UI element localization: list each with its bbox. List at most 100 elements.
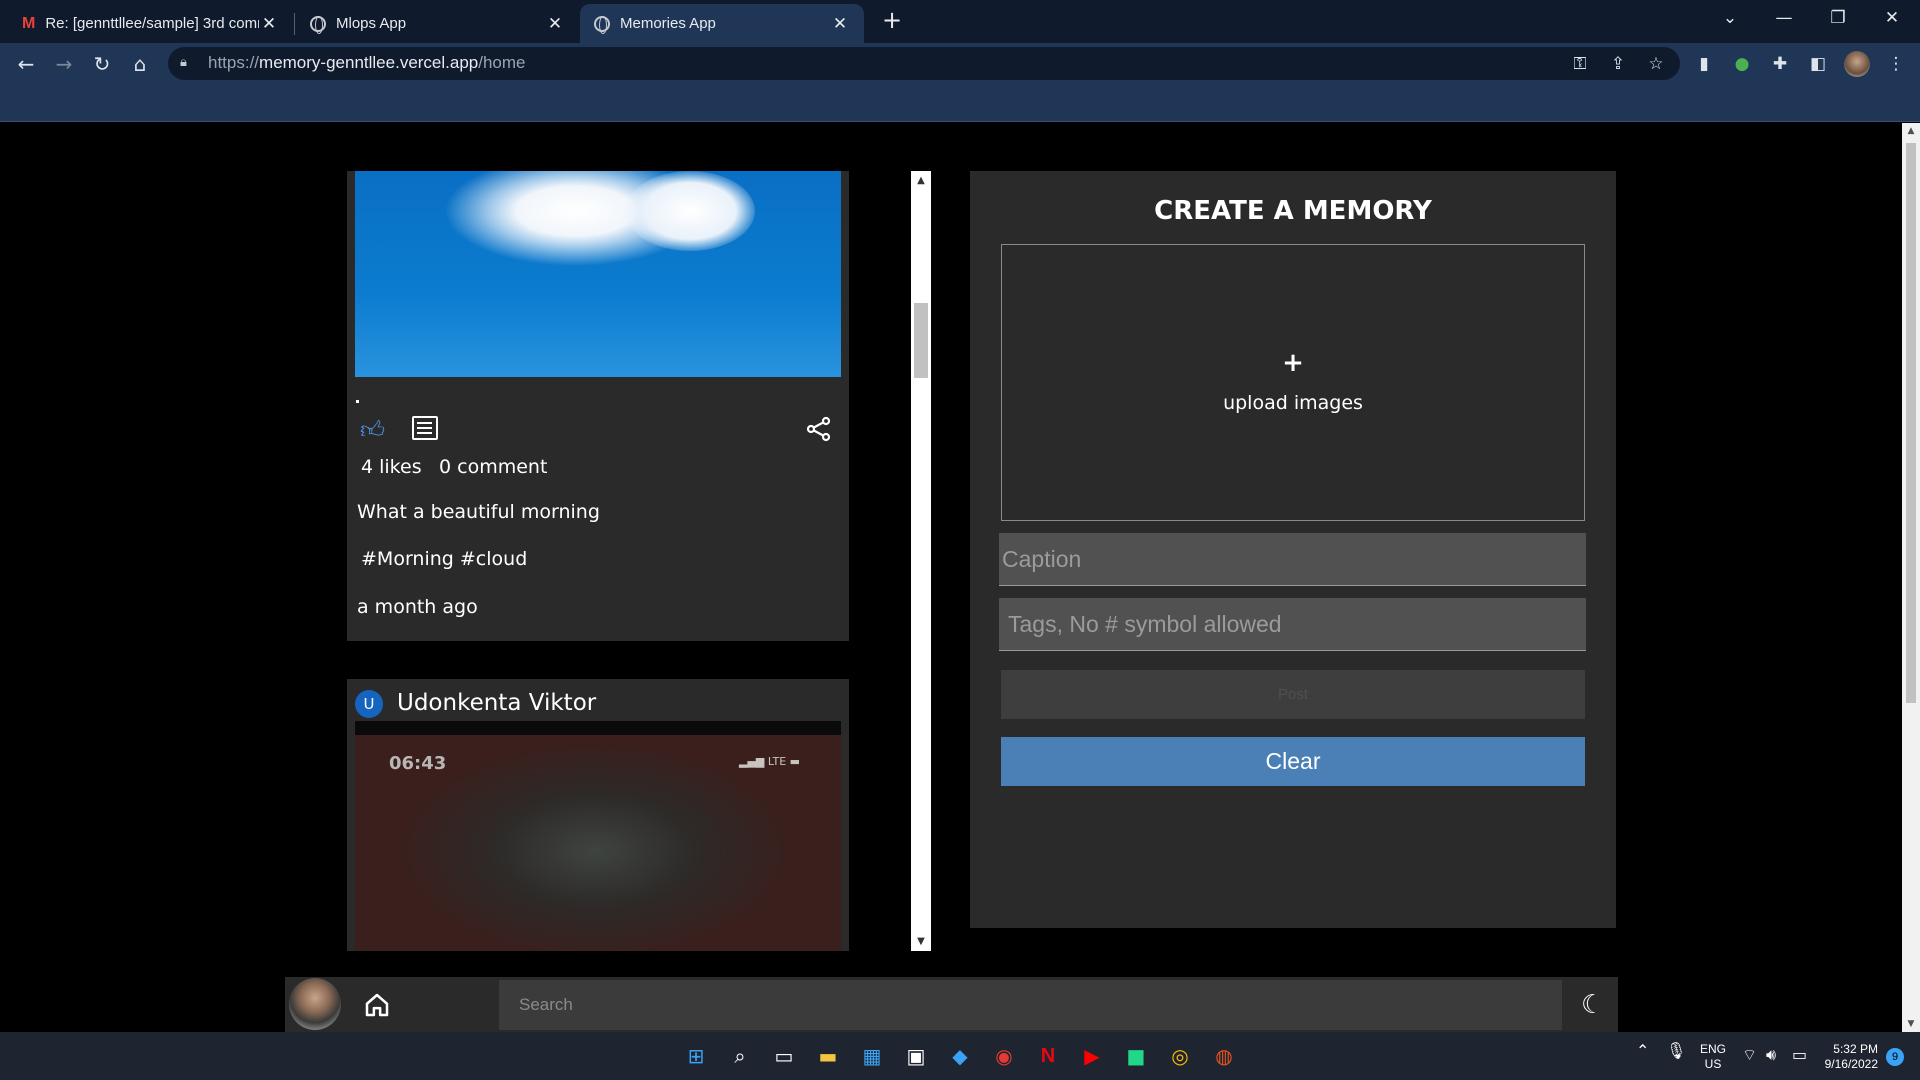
post-timestamp: a month ago	[357, 596, 478, 618]
star-icon[interactable]: ☆	[1642, 50, 1670, 78]
youtube-icon[interactable]: ▶	[1076, 1040, 1108, 1072]
image-phone-status: ▂▄▆ LTE ▬	[739, 755, 801, 768]
image-phone-time: 06:43	[389, 753, 447, 774]
author-avatar[interactable]: U	[355, 690, 383, 718]
post-tags: #Morning #cloud	[361, 548, 528, 570]
comment-icon-line	[417, 432, 432, 434]
upload-images-label[interactable]: upload images	[1001, 392, 1585, 414]
clock[interactable]: 5:32 PM 9/16/2022	[1822, 1042, 1878, 1072]
battery-icon[interactable]: ▭	[1792, 1045, 1807, 1064]
comment-icon-line	[417, 427, 432, 429]
region-label: US	[1704, 1057, 1722, 1071]
tab-gmail[interactable]: M Re: [gennttllee/sample] 3rd comm ✕	[8, 4, 293, 43]
tab-title: Memories App	[620, 15, 716, 32]
language-indicator[interactable]: ENG US	[1700, 1042, 1726, 1072]
microphone-icon[interactable]: 🎙︎	[1666, 1041, 1686, 1061]
comment-icon[interactable]	[412, 416, 438, 440]
back-arrow-icon[interactable]: ←	[12, 50, 40, 78]
tab-search-chevron-icon[interactable]: ⌄	[1703, 0, 1757, 36]
search-icon[interactable]: ⌕	[724, 1040, 756, 1072]
key-icon[interactable]: ⚿	[1566, 50, 1594, 78]
url-scheme: https://	[208, 53, 260, 72]
gmail-icon: M	[22, 14, 36, 32]
tab-title: Re: [gennttllee/sample] 3rd comm	[45, 15, 259, 32]
form-title: CREATE A MEMORY	[1154, 196, 1432, 226]
reload-icon[interactable]: ↻	[88, 50, 116, 78]
volume-icon[interactable]: 🔊︎	[1766, 1045, 1776, 1065]
plus-icon[interactable]: +	[1001, 348, 1585, 378]
language-label: ENG	[1700, 1042, 1727, 1056]
post-image[interactable]: 06:43 ▂▄▆ LTE ▬	[355, 721, 841, 951]
tray-chevron-icon[interactable]: ⌃	[1636, 1041, 1649, 1061]
extension-b-icon[interactable]: ●	[1728, 50, 1756, 78]
pycharm-icon[interactable]: ■	[1120, 1040, 1152, 1072]
ubuntu-icon[interactable]: ◍	[1208, 1040, 1240, 1072]
comment-count: 0 comment	[439, 456, 548, 478]
tab-title: Mlops App	[336, 15, 407, 32]
puzzle-icon[interactable]: ✚	[1766, 50, 1794, 78]
scrollbar-thumb[interactable]	[914, 303, 928, 378]
likes-count: 4 likes	[361, 456, 422, 478]
share-page-icon[interactable]: ⇪	[1604, 50, 1632, 78]
scroll-up-icon[interactable]: ▲	[911, 175, 931, 186]
side-panel-icon[interactable]: ◧	[1804, 50, 1832, 78]
author-name[interactable]: Udonkenta Viktor	[397, 690, 596, 716]
extension-a-icon[interactable]: ▮	[1690, 50, 1718, 78]
post-image[interactable]	[355, 171, 841, 377]
vscode-icon[interactable]: ◆	[944, 1040, 976, 1072]
user-avatar[interactable]	[289, 978, 341, 1030]
windows-start-icon[interactable]: ⊞	[680, 1040, 712, 1072]
image-top-band	[355, 721, 841, 735]
netflix-icon[interactable]: N	[1032, 1040, 1064, 1072]
forward-arrow-icon[interactable]: →	[50, 50, 78, 78]
tags-input[interactable]	[999, 598, 1586, 651]
tab-mlops[interactable]: Mlops App ✕	[296, 4, 579, 43]
thumbs-up-icon[interactable]: 👍︎	[360, 416, 385, 445]
clock-time: 5:32 PM	[1833, 1042, 1878, 1056]
tab-memories[interactable]: Memories App ✕	[580, 4, 864, 43]
notification-badge[interactable]: 9	[1886, 1048, 1904, 1066]
scroll-down-icon[interactable]: ▼	[1902, 1019, 1920, 1029]
task-view-icon[interactable]: ▭	[768, 1040, 800, 1072]
lock-icon[interactable]: 🔒︎	[180, 55, 187, 70]
image-upload-dropzone[interactable]	[1001, 244, 1585, 521]
dark-mode-moon-icon[interactable]: ☾	[1581, 990, 1604, 1020]
page-scrollbar[interactable]: ▲ ▼	[1902, 123, 1920, 1032]
new-tab-button[interactable]: +	[878, 6, 906, 34]
post-caption: What a beautiful morning	[357, 501, 600, 523]
scroll-down-icon[interactable]: ▼	[911, 936, 931, 947]
clock-date: 9/16/2022	[1824, 1057, 1878, 1071]
tab-separator	[294, 13, 295, 35]
close-icon[interactable]: ✕	[259, 14, 279, 34]
restore-button[interactable]: ❐	[1811, 0, 1865, 36]
caption-input[interactable]	[999, 533, 1586, 586]
share-icon[interactable]	[806, 416, 832, 446]
globe-icon	[310, 15, 326, 34]
url-path: /home	[478, 53, 526, 72]
post-button[interactable]: Post	[1001, 670, 1585, 719]
search-input[interactable]	[499, 980, 1562, 1030]
chrome-icon[interactable]: ◎	[1164, 1040, 1196, 1072]
file-explorer-icon[interactable]: ▬	[812, 1040, 844, 1072]
terminal-icon[interactable]: ▣	[900, 1040, 932, 1072]
minimize-button[interactable]: —	[1757, 0, 1811, 36]
close-icon[interactable]: ✕	[830, 14, 850, 34]
close-window-button[interactable]: ✕	[1865, 0, 1919, 36]
store-icon[interactable]: ▦	[856, 1040, 888, 1072]
bookmark-bar	[0, 84, 1920, 122]
scrollbar-thumb[interactable]	[1906, 143, 1916, 703]
clear-button[interactable]: Clear	[1001, 737, 1585, 786]
home-icon[interactable]	[362, 990, 392, 1024]
url-host: memory-genntllee.vercel.app	[259, 53, 479, 72]
globe-icon	[594, 15, 610, 34]
feed-scrollbar[interactable]: ▲ ▼	[911, 171, 931, 951]
url-text[interactable]: https://memory-genntllee.vercel.app/home	[208, 53, 526, 73]
profile-avatar[interactable]	[1844, 51, 1870, 77]
image-network-label: LTE	[767, 755, 787, 768]
media-player-icon[interactable]: ◉	[988, 1040, 1020, 1072]
home-browser-icon[interactable]: ⌂	[126, 50, 154, 78]
more-menu-icon[interactable]: ⋮	[1882, 50, 1910, 78]
close-icon[interactable]: ✕	[545, 14, 565, 34]
wifi-icon[interactable]: ⌔	[1742, 1045, 1757, 1065]
scroll-up-icon[interactable]: ▲	[1902, 126, 1920, 136]
